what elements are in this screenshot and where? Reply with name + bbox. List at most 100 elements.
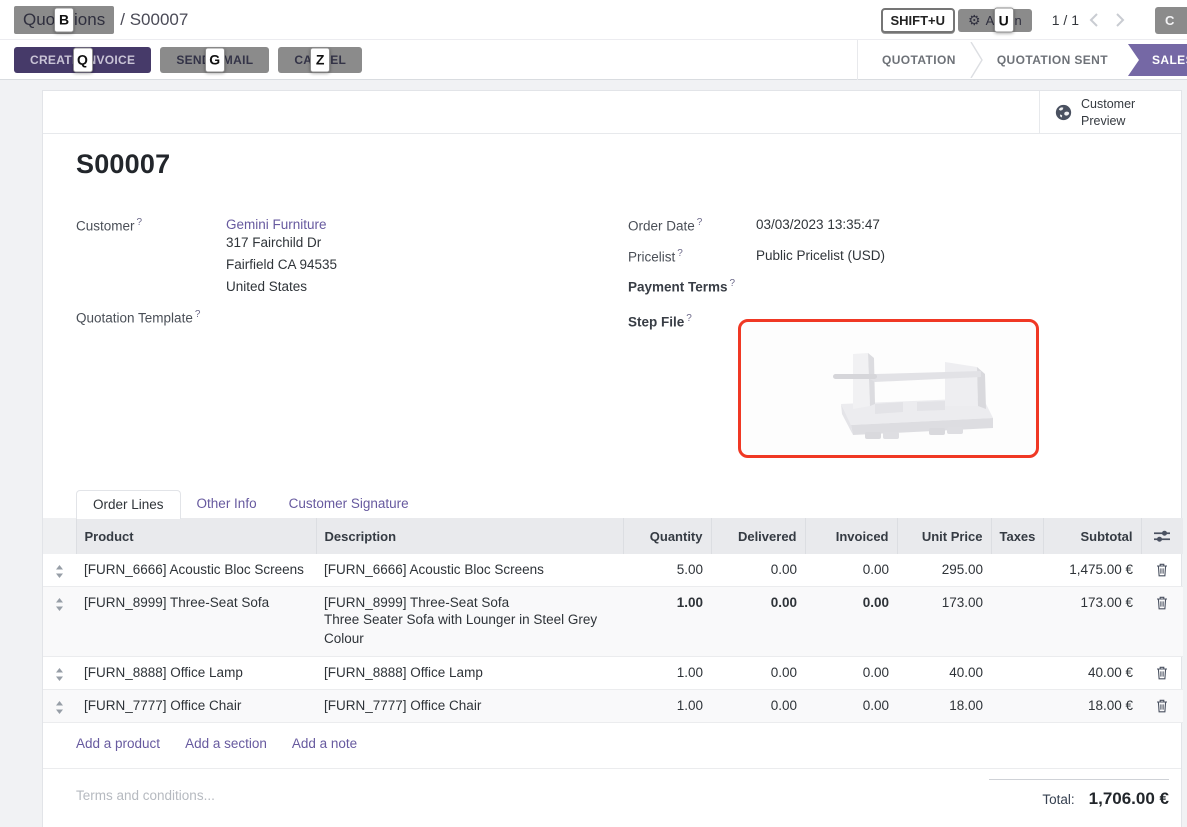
breadcrumb-app[interactable]: Quotations B bbox=[14, 6, 114, 34]
column-header-delivered[interactable]: Delivered bbox=[711, 518, 805, 554]
cell-unit-price[interactable]: 173.00 bbox=[897, 587, 991, 657]
hotkey-hint-u: U bbox=[994, 8, 1014, 33]
pricelist-field-value[interactable]: Public Pricelist (USD) bbox=[756, 248, 885, 263]
pager-previous-button[interactable] bbox=[1089, 13, 1115, 27]
cell-invoiced[interactable]: 0.00 bbox=[805, 657, 897, 690]
add-a-note-link[interactable]: Add a note bbox=[292, 736, 357, 768]
corner-button[interactable]: C bbox=[1155, 7, 1187, 34]
delete-row-button[interactable] bbox=[1141, 657, 1183, 690]
pager-counter: 1 / 1 bbox=[1052, 12, 1079, 28]
table-row[interactable]: [FURN_8888] Office Lamp [FURN_8888] Offi… bbox=[43, 657, 1183, 690]
globe-icon bbox=[1055, 104, 1072, 121]
cell-delivered[interactable]: 0.00 bbox=[711, 554, 805, 587]
column-header-description[interactable]: Description bbox=[316, 518, 623, 554]
trash-icon bbox=[1156, 666, 1168, 680]
tab-order-lines[interactable]: Order Lines bbox=[76, 490, 181, 519]
add-a-section-link[interactable]: Add a section bbox=[185, 736, 267, 768]
breadcrumb-separator: / bbox=[120, 10, 125, 29]
column-header-subtotal[interactable]: Subtotal bbox=[1043, 518, 1141, 554]
customer-link[interactable]: Gemini Furniture bbox=[226, 217, 337, 232]
step-file-preview[interactable] bbox=[738, 319, 1039, 458]
cell-description[interactable]: [FURN_8888] Office Lamp bbox=[316, 657, 623, 690]
table-row[interactable]: [FURN_8999] Three-Seat Sofa [FURN_8999] … bbox=[43, 587, 1183, 657]
terms-and-conditions-input[interactable]: Terms and conditions... bbox=[76, 779, 215, 809]
cell-delivered[interactable]: 0.00 bbox=[711, 587, 805, 657]
cell-delivered[interactable]: 0.00 bbox=[711, 690, 805, 723]
tab-customer-signature[interactable]: Customer Signature bbox=[273, 490, 425, 518]
column-header-product[interactable]: Product bbox=[76, 518, 316, 554]
customer-field-value[interactable]: Gemini Furniture 317 Fairchild Dr Fairfi… bbox=[226, 217, 337, 298]
optional-columns-button[interactable] bbox=[1141, 518, 1183, 554]
trash-icon bbox=[1156, 596, 1168, 610]
cell-taxes[interactable] bbox=[991, 554, 1043, 587]
cell-product[interactable]: [FURN_7777] Office Chair bbox=[76, 690, 316, 723]
column-header-unit-price[interactable]: Unit Price bbox=[897, 518, 991, 554]
column-header-invoiced[interactable]: Invoiced bbox=[805, 518, 897, 554]
cell-invoiced[interactable]: 0.00 bbox=[805, 587, 897, 657]
cell-quantity[interactable]: 1.00 bbox=[623, 657, 711, 690]
quotation-template-field-label: Quotation Template? bbox=[76, 309, 200, 326]
cell-product[interactable]: [FURN_8999] Three-Seat Sofa bbox=[76, 587, 316, 657]
stage-quotation[interactable]: QUOTATION bbox=[868, 53, 970, 67]
cancel-button[interactable]: CANCEL Z bbox=[278, 47, 362, 73]
cell-product[interactable]: [FURN_6666] Acoustic Bloc Screens bbox=[76, 554, 316, 587]
help-icon: ? bbox=[137, 217, 143, 228]
customer-preview-button[interactable]: Customer Preview bbox=[1039, 91, 1181, 134]
hotkey-hint-g: G bbox=[205, 47, 225, 72]
cell-taxes[interactable] bbox=[991, 690, 1043, 723]
cell-quantity[interactable]: 1.00 bbox=[623, 587, 711, 657]
cell-unit-price[interactable]: 40.00 bbox=[897, 657, 991, 690]
quotation-template-field-value[interactable] bbox=[226, 309, 526, 327]
column-header-quantity[interactable]: Quantity bbox=[623, 518, 711, 554]
delete-row-button[interactable] bbox=[1141, 554, 1183, 587]
drag-handle-icon bbox=[55, 668, 64, 681]
pager-next-button[interactable] bbox=[1115, 13, 1141, 27]
drag-handle[interactable] bbox=[43, 657, 76, 690]
cell-unit-price[interactable]: 295.00 bbox=[897, 554, 991, 587]
cell-taxes[interactable] bbox=[991, 587, 1043, 657]
table-header-row: Product Description Quantity Delivered I… bbox=[43, 518, 1183, 554]
drag-column-header bbox=[43, 518, 76, 554]
step-file-3d-part-image bbox=[741, 322, 1036, 455]
cell-quantity[interactable]: 1.00 bbox=[623, 690, 711, 723]
stage-arrow-icon bbox=[970, 42, 983, 78]
cell-subtotal: 1,475.00 € bbox=[1043, 554, 1141, 587]
add-a-product-link[interactable]: Add a product bbox=[76, 736, 160, 768]
cell-taxes[interactable] bbox=[991, 657, 1043, 690]
send-email-button[interactable]: SEND EMAIL G bbox=[160, 47, 269, 73]
cell-description[interactable]: [FURN_6666] Acoustic Bloc Screens bbox=[316, 554, 623, 587]
table-row[interactable]: [FURN_6666] Acoustic Bloc Screens [FURN_… bbox=[43, 554, 1183, 587]
drag-handle-icon bbox=[55, 565, 64, 578]
cell-delivered[interactable]: 0.00 bbox=[711, 657, 805, 690]
drag-handle[interactable] bbox=[43, 690, 76, 723]
notebook: Order Lines Other Info Customer Signatur… bbox=[43, 491, 1181, 809]
customer-preview-line1: Customer bbox=[1081, 97, 1135, 111]
cell-unit-price[interactable]: 18.00 bbox=[897, 690, 991, 723]
customer-field-label: Customer? bbox=[76, 217, 142, 234]
cell-subtotal: 173.00 € bbox=[1043, 587, 1141, 657]
table-row[interactable]: [FURN_7777] Office Chair [FURN_7777] Off… bbox=[43, 690, 1183, 723]
stage-quotation-sent[interactable]: QUOTATION SENT bbox=[983, 53, 1122, 67]
stage-sales-order[interactable]: SALES ORDER bbox=[1128, 44, 1187, 76]
pricelist-field-label: Pricelist? bbox=[628, 248, 683, 265]
trash-icon bbox=[1156, 563, 1168, 577]
cell-invoiced[interactable]: 0.00 bbox=[805, 690, 897, 723]
drag-handle[interactable] bbox=[43, 554, 76, 587]
order-date-field-value[interactable]: 03/03/2023 13:35:47 bbox=[756, 217, 880, 232]
hotkey-hint-z: Z bbox=[310, 47, 330, 72]
action-menu-button[interactable]: ⚙ Action U bbox=[958, 9, 1032, 32]
drag-handle[interactable] bbox=[43, 587, 76, 657]
cell-quantity[interactable]: 5.00 bbox=[623, 554, 711, 587]
cell-description[interactable]: [FURN_8999] Three-Seat Sofa Three Seater… bbox=[316, 587, 623, 657]
cell-product[interactable]: [FURN_8888] Office Lamp bbox=[76, 657, 316, 690]
delete-row-button[interactable] bbox=[1141, 587, 1183, 657]
drag-handle-icon bbox=[55, 598, 64, 611]
sheet-footer: Terms and conditions... Total: 1,706.00 … bbox=[43, 769, 1181, 809]
payment-terms-field-value[interactable] bbox=[756, 278, 1036, 296]
column-header-taxes[interactable]: Taxes bbox=[991, 518, 1043, 554]
tab-other-info[interactable]: Other Info bbox=[181, 490, 273, 518]
create-invoice-button[interactable]: CREATE INVOICE Q bbox=[14, 47, 151, 73]
delete-row-button[interactable] bbox=[1141, 690, 1183, 723]
cell-description[interactable]: [FURN_7777] Office Chair bbox=[316, 690, 623, 723]
cell-invoiced[interactable]: 0.00 bbox=[805, 554, 897, 587]
